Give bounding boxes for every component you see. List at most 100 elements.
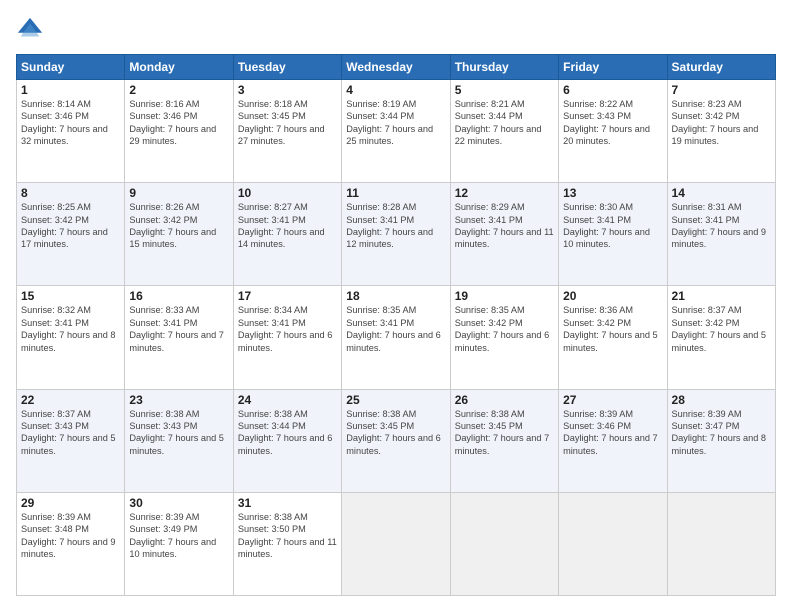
cell-info: Sunrise: 8:39 AMSunset: 3:49 PMDaylight:… <box>129 511 228 561</box>
calendar-cell: 23Sunrise: 8:38 AMSunset: 3:43 PMDayligh… <box>125 389 233 492</box>
cell-info: Sunrise: 8:37 AMSunset: 3:43 PMDaylight:… <box>21 408 120 458</box>
calendar-cell: 15Sunrise: 8:32 AMSunset: 3:41 PMDayligh… <box>17 286 125 389</box>
calendar-header-cell: Sunday <box>17 55 125 80</box>
calendar-header-cell: Saturday <box>667 55 775 80</box>
day-number: 25 <box>346 393 445 407</box>
day-number: 16 <box>129 289 228 303</box>
calendar-week-row: 8Sunrise: 8:25 AMSunset: 3:42 PMDaylight… <box>17 183 776 286</box>
cell-info: Sunrise: 8:21 AMSunset: 3:44 PMDaylight:… <box>455 98 554 148</box>
calendar-cell: 21Sunrise: 8:37 AMSunset: 3:42 PMDayligh… <box>667 286 775 389</box>
cell-info: Sunrise: 8:38 AMSunset: 3:45 PMDaylight:… <box>455 408 554 458</box>
calendar-week-row: 29Sunrise: 8:39 AMSunset: 3:48 PMDayligh… <box>17 492 776 595</box>
logo <box>16 16 48 44</box>
cell-info: Sunrise: 8:36 AMSunset: 3:42 PMDaylight:… <box>563 304 662 354</box>
calendar-cell: 5Sunrise: 8:21 AMSunset: 3:44 PMDaylight… <box>450 80 558 183</box>
day-number: 17 <box>238 289 337 303</box>
cell-info: Sunrise: 8:27 AMSunset: 3:41 PMDaylight:… <box>238 201 337 251</box>
cell-info: Sunrise: 8:39 AMSunset: 3:46 PMDaylight:… <box>563 408 662 458</box>
day-number: 26 <box>455 393 554 407</box>
day-number: 4 <box>346 83 445 97</box>
day-number: 23 <box>129 393 228 407</box>
day-number: 21 <box>672 289 771 303</box>
calendar-cell: 12Sunrise: 8:29 AMSunset: 3:41 PMDayligh… <box>450 183 558 286</box>
calendar-table: SundayMondayTuesdayWednesdayThursdayFrid… <box>16 54 776 596</box>
calendar-cell: 11Sunrise: 8:28 AMSunset: 3:41 PMDayligh… <box>342 183 450 286</box>
day-number: 7 <box>672 83 771 97</box>
cell-info: Sunrise: 8:23 AMSunset: 3:42 PMDaylight:… <box>672 98 771 148</box>
day-number: 20 <box>563 289 662 303</box>
calendar-header-row: SundayMondayTuesdayWednesdayThursdayFrid… <box>17 55 776 80</box>
day-number: 3 <box>238 83 337 97</box>
day-number: 19 <box>455 289 554 303</box>
calendar-cell: 1Sunrise: 8:14 AMSunset: 3:46 PMDaylight… <box>17 80 125 183</box>
day-number: 24 <box>238 393 337 407</box>
cell-info: Sunrise: 8:31 AMSunset: 3:41 PMDaylight:… <box>672 201 771 251</box>
day-number: 18 <box>346 289 445 303</box>
calendar-cell: 9Sunrise: 8:26 AMSunset: 3:42 PMDaylight… <box>125 183 233 286</box>
calendar-cell: 6Sunrise: 8:22 AMSunset: 3:43 PMDaylight… <box>559 80 667 183</box>
calendar-week-row: 22Sunrise: 8:37 AMSunset: 3:43 PMDayligh… <box>17 389 776 492</box>
cell-info: Sunrise: 8:26 AMSunset: 3:42 PMDaylight:… <box>129 201 228 251</box>
day-number: 29 <box>21 496 120 510</box>
calendar-cell: 8Sunrise: 8:25 AMSunset: 3:42 PMDaylight… <box>17 183 125 286</box>
cell-info: Sunrise: 8:35 AMSunset: 3:42 PMDaylight:… <box>455 304 554 354</box>
cell-info: Sunrise: 8:16 AMSunset: 3:46 PMDaylight:… <box>129 98 228 148</box>
calendar-cell: 10Sunrise: 8:27 AMSunset: 3:41 PMDayligh… <box>233 183 341 286</box>
cell-info: Sunrise: 8:18 AMSunset: 3:45 PMDaylight:… <box>238 98 337 148</box>
calendar-cell: 2Sunrise: 8:16 AMSunset: 3:46 PMDaylight… <box>125 80 233 183</box>
cell-info: Sunrise: 8:38 AMSunset: 3:45 PMDaylight:… <box>346 408 445 458</box>
calendar-cell: 24Sunrise: 8:38 AMSunset: 3:44 PMDayligh… <box>233 389 341 492</box>
cell-info: Sunrise: 8:38 AMSunset: 3:43 PMDaylight:… <box>129 408 228 458</box>
day-number: 10 <box>238 186 337 200</box>
calendar-cell: 22Sunrise: 8:37 AMSunset: 3:43 PMDayligh… <box>17 389 125 492</box>
calendar-body: 1Sunrise: 8:14 AMSunset: 3:46 PMDaylight… <box>17 80 776 596</box>
calendar-cell: 29Sunrise: 8:39 AMSunset: 3:48 PMDayligh… <box>17 492 125 595</box>
calendar-header-cell: Wednesday <box>342 55 450 80</box>
day-number: 2 <box>129 83 228 97</box>
cell-info: Sunrise: 8:39 AMSunset: 3:48 PMDaylight:… <box>21 511 120 561</box>
calendar-week-row: 15Sunrise: 8:32 AMSunset: 3:41 PMDayligh… <box>17 286 776 389</box>
cell-info: Sunrise: 8:28 AMSunset: 3:41 PMDaylight:… <box>346 201 445 251</box>
day-number: 27 <box>563 393 662 407</box>
day-number: 31 <box>238 496 337 510</box>
day-number: 11 <box>346 186 445 200</box>
cell-info: Sunrise: 8:34 AMSunset: 3:41 PMDaylight:… <box>238 304 337 354</box>
calendar-header-cell: Tuesday <box>233 55 341 80</box>
calendar-cell <box>559 492 667 595</box>
cell-info: Sunrise: 8:39 AMSunset: 3:47 PMDaylight:… <box>672 408 771 458</box>
calendar-header-cell: Thursday <box>450 55 558 80</box>
cell-info: Sunrise: 8:35 AMSunset: 3:41 PMDaylight:… <box>346 304 445 354</box>
calendar-header-cell: Friday <box>559 55 667 80</box>
day-number: 28 <box>672 393 771 407</box>
calendar-cell: 30Sunrise: 8:39 AMSunset: 3:49 PMDayligh… <box>125 492 233 595</box>
cell-info: Sunrise: 8:25 AMSunset: 3:42 PMDaylight:… <box>21 201 120 251</box>
calendar-cell <box>450 492 558 595</box>
cell-info: Sunrise: 8:37 AMSunset: 3:42 PMDaylight:… <box>672 304 771 354</box>
day-number: 5 <box>455 83 554 97</box>
day-number: 30 <box>129 496 228 510</box>
calendar-cell: 7Sunrise: 8:23 AMSunset: 3:42 PMDaylight… <box>667 80 775 183</box>
calendar-header-cell: Monday <box>125 55 233 80</box>
day-number: 13 <box>563 186 662 200</box>
page: SundayMondayTuesdayWednesdayThursdayFrid… <box>0 0 792 612</box>
cell-info: Sunrise: 8:38 AMSunset: 3:44 PMDaylight:… <box>238 408 337 458</box>
day-number: 9 <box>129 186 228 200</box>
calendar-cell: 25Sunrise: 8:38 AMSunset: 3:45 PMDayligh… <box>342 389 450 492</box>
day-number: 15 <box>21 289 120 303</box>
header <box>16 16 776 44</box>
calendar-cell <box>667 492 775 595</box>
calendar-cell: 19Sunrise: 8:35 AMSunset: 3:42 PMDayligh… <box>450 286 558 389</box>
calendar-week-row: 1Sunrise: 8:14 AMSunset: 3:46 PMDaylight… <box>17 80 776 183</box>
calendar-cell: 4Sunrise: 8:19 AMSunset: 3:44 PMDaylight… <box>342 80 450 183</box>
calendar-cell: 26Sunrise: 8:38 AMSunset: 3:45 PMDayligh… <box>450 389 558 492</box>
cell-info: Sunrise: 8:32 AMSunset: 3:41 PMDaylight:… <box>21 304 120 354</box>
calendar-cell: 17Sunrise: 8:34 AMSunset: 3:41 PMDayligh… <box>233 286 341 389</box>
day-number: 8 <box>21 186 120 200</box>
cell-info: Sunrise: 8:29 AMSunset: 3:41 PMDaylight:… <box>455 201 554 251</box>
cell-info: Sunrise: 8:22 AMSunset: 3:43 PMDaylight:… <box>563 98 662 148</box>
logo-icon <box>16 16 44 44</box>
calendar-cell: 28Sunrise: 8:39 AMSunset: 3:47 PMDayligh… <box>667 389 775 492</box>
calendar-cell: 18Sunrise: 8:35 AMSunset: 3:41 PMDayligh… <box>342 286 450 389</box>
calendar-cell: 27Sunrise: 8:39 AMSunset: 3:46 PMDayligh… <box>559 389 667 492</box>
day-number: 12 <box>455 186 554 200</box>
